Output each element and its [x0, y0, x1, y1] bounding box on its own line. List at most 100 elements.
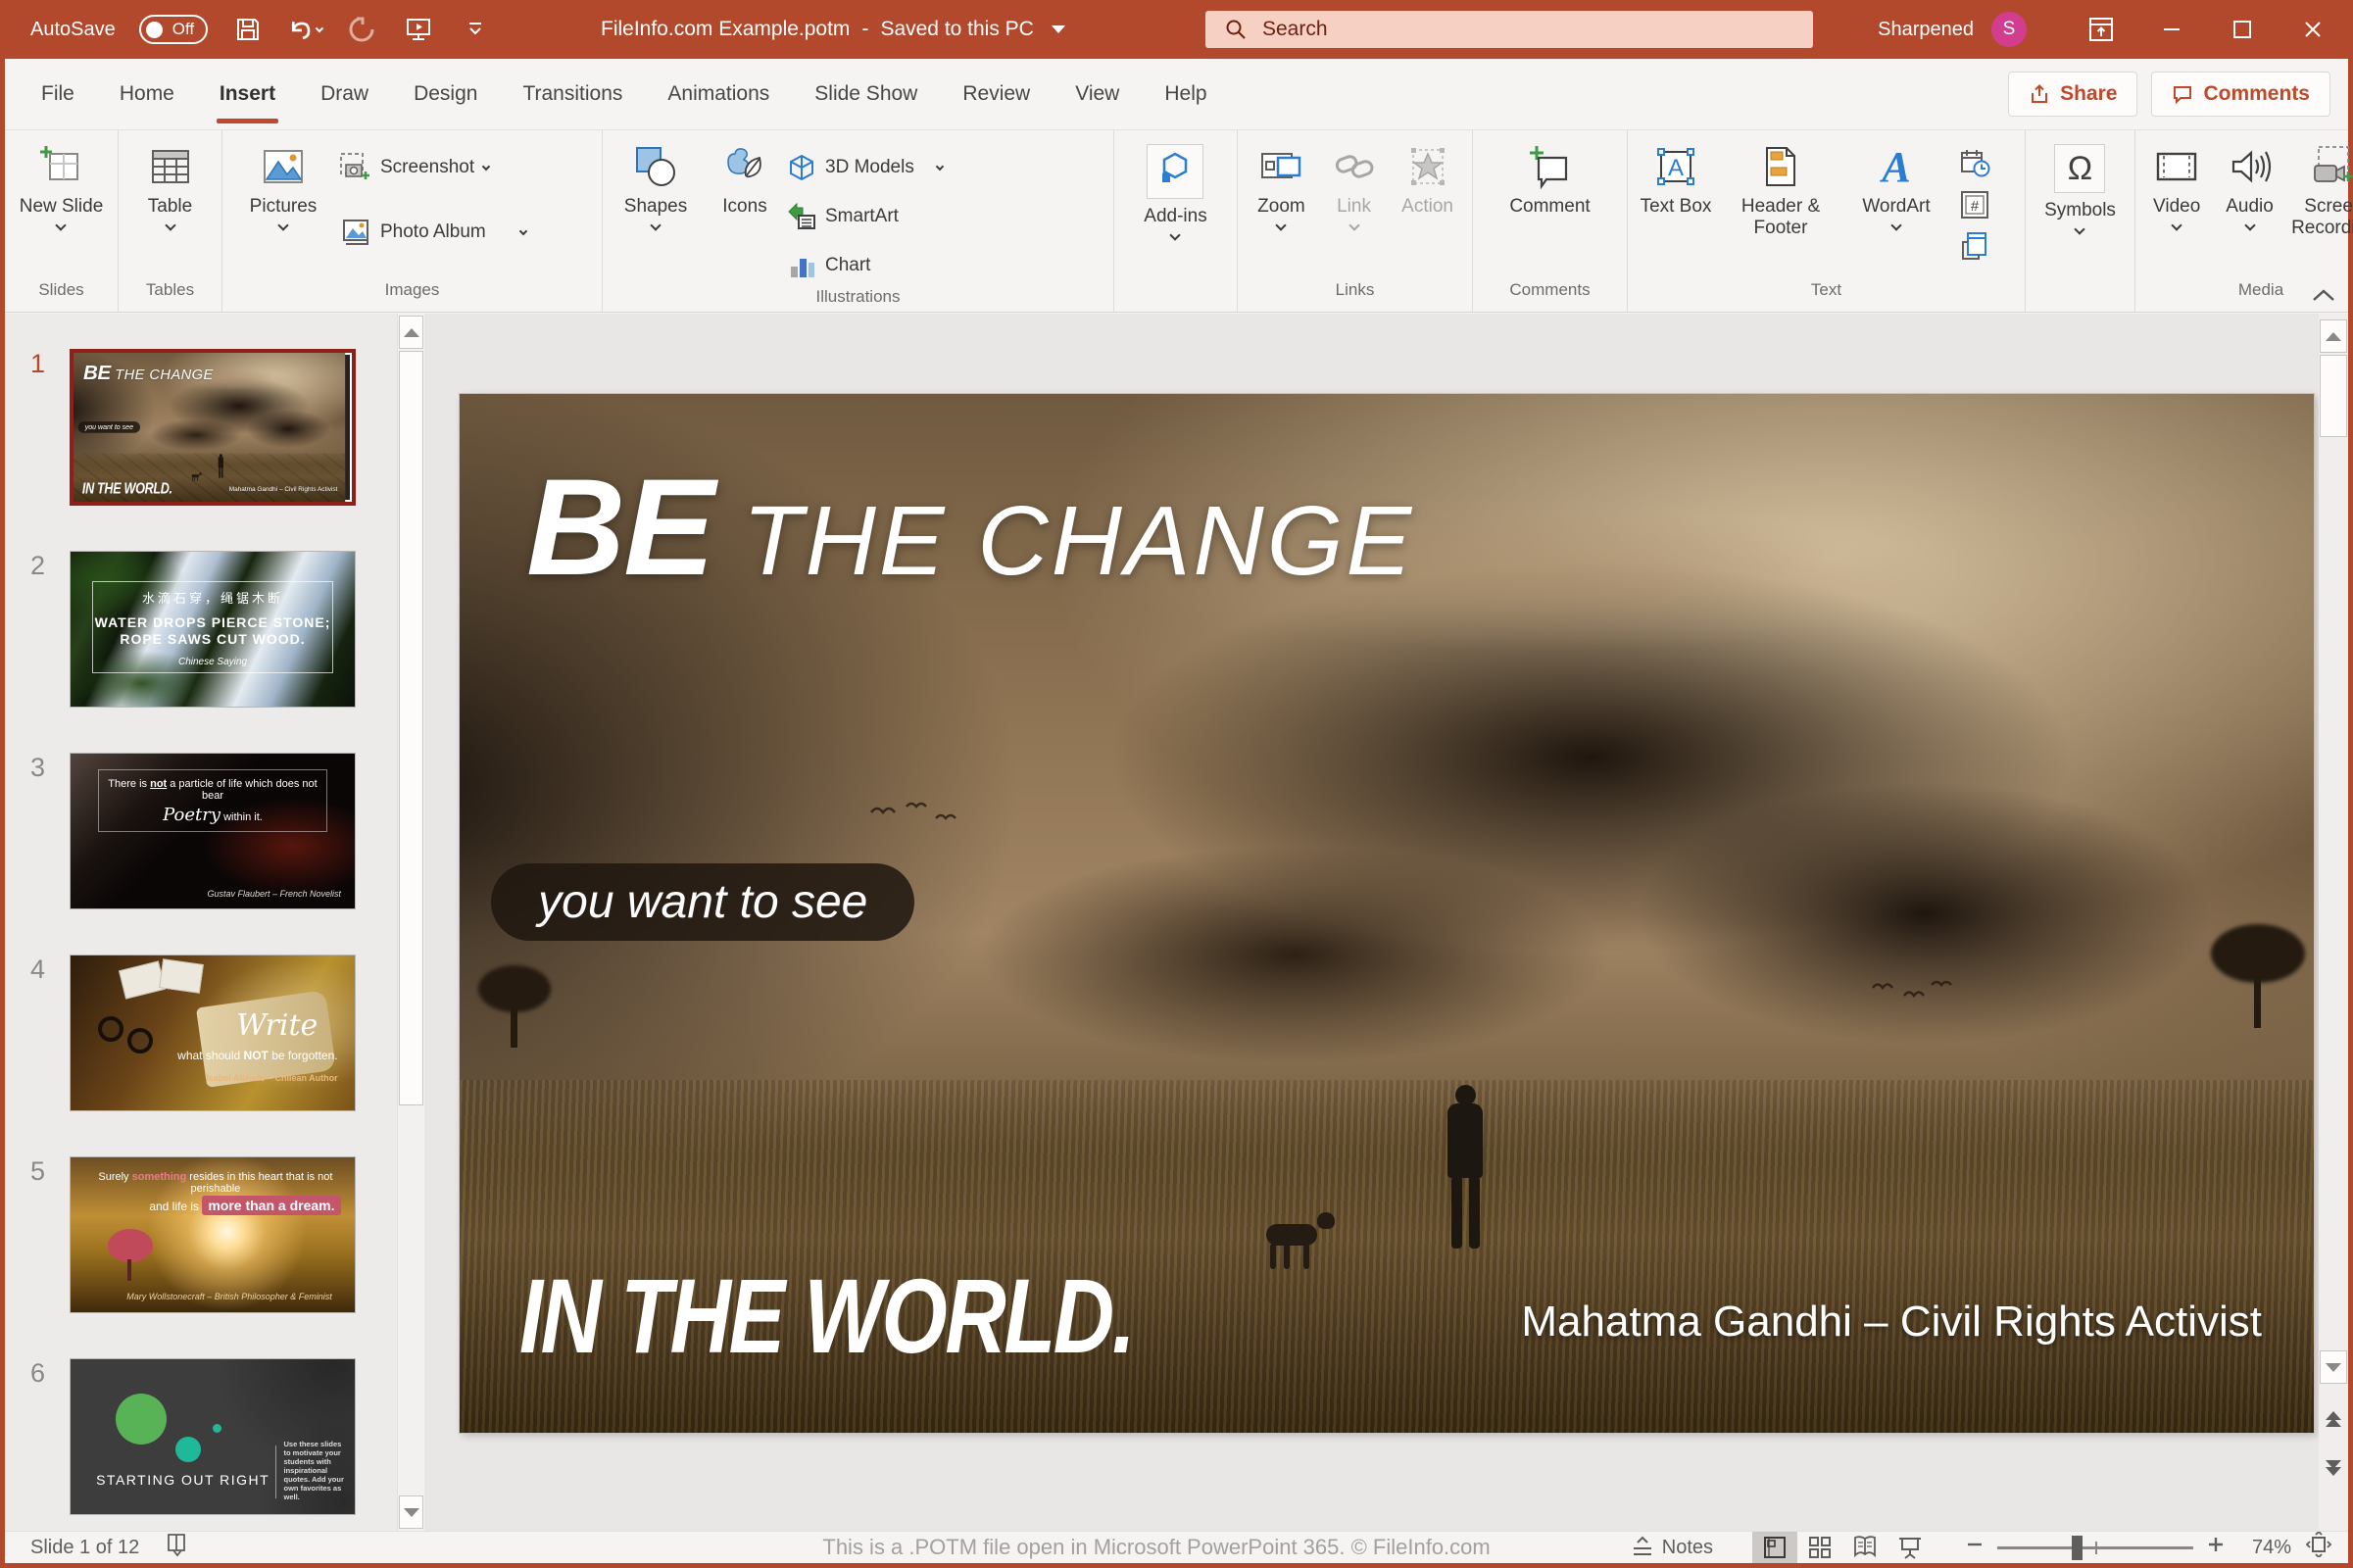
slide-editor[interactable]: BE THE CHANGE you want to see IN THE WOR… — [460, 394, 2314, 1433]
add-ins-button[interactable]: Add-ins — [1144, 136, 1206, 280]
tab-review[interactable]: Review — [940, 59, 1053, 129]
tab-animations[interactable]: Animations — [645, 59, 792, 129]
tab-draw[interactable]: Draw — [298, 59, 391, 129]
pictures-button[interactable]: Pictures — [228, 136, 338, 280]
quote-attribution: Mary Wollstonecraft – British Philosophe… — [126, 1292, 332, 1301]
tab-home[interactable]: Home — [97, 59, 197, 129]
tab-slide-show[interactable]: Slide Show — [792, 59, 940, 129]
undo-button[interactable] — [288, 10, 321, 49]
tab-view[interactable]: View — [1053, 59, 1142, 129]
zoom-out-button[interactable] — [1966, 1536, 1984, 1559]
group-label-text: Text — [1628, 280, 2025, 312]
normal-view-button[interactable] — [1752, 1532, 1797, 1563]
saved-status: Saved to this PC — [880, 18, 1033, 41]
ribbon: New Slide Slides Table Tables Pictures — [5, 130, 2348, 313]
zoom-slider-thumb[interactable] — [2072, 1536, 2083, 1560]
scroll-up-button[interactable] — [2320, 319, 2347, 353]
date-time-button[interactable] — [1957, 146, 1992, 181]
notes-button[interactable]: Notes — [1631, 1536, 1713, 1559]
close-button[interactable] — [2278, 0, 2348, 59]
ribbon-display-options-button[interactable] — [2066, 0, 2136, 59]
text-box-button[interactable]: A Text Box — [1634, 136, 1718, 280]
thumbnail-scroll-up-button[interactable] — [399, 316, 423, 349]
previous-slide-button[interactable] — [2322, 1411, 2345, 1427]
slide-thumbnail-2[interactable]: 水滴石穿，绳锯木断 WATER DROPS PIERCE STONE;ROPE … — [70, 551, 356, 708]
search-input[interactable]: Search — [1205, 11, 1813, 48]
slide-thumbnail-6[interactable]: STARTING OUT RIGHT Use these slides to m… — [70, 1358, 356, 1515]
person-silhouette — [1447, 1085, 1483, 1249]
scroll-down-button[interactable] — [2320, 1350, 2347, 1384]
symbols-button[interactable]: Ω Symbols — [2044, 136, 2116, 280]
zoom-in-button[interactable] — [2207, 1536, 2225, 1559]
avatar[interactable]: S — [1991, 12, 2027, 47]
spell-check-icon[interactable] — [165, 1532, 190, 1563]
slide-thumbnail-4[interactable]: Write what should NOT be forgotten. Isab… — [70, 955, 356, 1111]
slide-line2[interactable]: IN THE WORLD. — [519, 1254, 1133, 1377]
user-name[interactable]: Sharpened — [1878, 19, 1974, 41]
next-slide-button[interactable] — [2322, 1460, 2345, 1476]
start-slideshow-button[interactable] — [402, 10, 435, 49]
thumbnail-row-3: 3 There is not a particle of life which … — [5, 753, 397, 909]
main-scrollbar[interactable] — [2319, 314, 2348, 1531]
title-separator: - — [861, 18, 868, 41]
icons-button[interactable]: Icons — [703, 136, 787, 287]
video-button[interactable]: Video — [2141, 136, 2212, 280]
comment-icon — [2172, 83, 2193, 105]
customize-qat-chevron[interactable] — [459, 10, 492, 49]
header-footer-button[interactable]: Header & Footer — [1722, 136, 1839, 280]
reading-view-button[interactable] — [1842, 1532, 1887, 1563]
tab-transitions[interactable]: Transitions — [500, 59, 645, 129]
thumbnail-scrollbar-thumb[interactable] — [399, 351, 423, 1105]
shapes-button[interactable]: Shapes — [609, 136, 703, 287]
slideshow-view-button[interactable] — [1887, 1532, 1933, 1563]
new-slide-button[interactable]: New Slide — [20, 136, 104, 280]
group-text: A Text Box Header & Footer A WordArt — [1628, 130, 2026, 312]
smartart-button[interactable]: SmartArt — [787, 195, 943, 238]
slide-thumbnail-1[interactable]: BE THE CHANGE you want to see IN THE WOR… — [70, 349, 356, 506]
chart-button[interactable]: Chart — [787, 244, 943, 287]
audio-button[interactable]: Audio — [2214, 136, 2284, 280]
zoom-button[interactable]: Zoom — [1244, 136, 1319, 280]
polaroid-art — [119, 960, 166, 999]
tab-design[interactable]: Design — [391, 59, 500, 129]
zoom-slider-tick — [2095, 1542, 2097, 1554]
maximize-button[interactable] — [2207, 0, 2278, 59]
comments-button[interactable]: Comments — [2151, 72, 2330, 117]
new-comment-button[interactable]: Comment — [1509, 136, 1590, 280]
thumbnail-scroll-down-button[interactable] — [399, 1495, 423, 1529]
screen-recording-button[interactable]: Screen Recording — [2287, 136, 2353, 280]
slide-number-button[interactable]: # — [1957, 187, 1992, 222]
collapse-ribbon-button[interactable] — [2311, 287, 2336, 308]
share-button[interactable]: Share — [2008, 72, 2137, 117]
slide-sorter-view-button[interactable] — [1797, 1532, 1842, 1563]
minimize-button[interactable] — [2136, 0, 2207, 59]
slide-counter[interactable]: Slide 1 of 12 — [30, 1537, 139, 1559]
zoom-slider[interactable] — [1997, 1546, 2193, 1549]
slide-subtitle-pill[interactable]: you want to see — [491, 863, 914, 941]
screenshot-button[interactable]: Screenshot — [338, 146, 526, 189]
quote-line-1: Surely something resides in this heart t… — [87, 1171, 343, 1195]
thumbnail-scrollbar[interactable] — [397, 314, 424, 1531]
tab-help[interactable]: Help — [1142, 59, 1229, 129]
slide-thumbnail-3[interactable]: There is not a particle of life which do… — [70, 753, 356, 909]
slide-title[interactable]: BE THE CHANGE — [526, 448, 1414, 607]
table-button[interactable]: Table — [148, 136, 193, 280]
tab-file[interactable]: File — [19, 59, 97, 129]
document-title[interactable]: FileInfo.com Example.potm - Saved to thi… — [601, 0, 1065, 59]
slide-thumbnail-5[interactable]: Surely something resides in this heart t… — [70, 1156, 356, 1313]
tab-insert[interactable]: Insert — [197, 59, 298, 129]
object-button[interactable] — [1957, 228, 1992, 264]
main-scrollbar-thumb[interactable] — [2320, 355, 2347, 437]
circle-art — [175, 1437, 201, 1462]
fit-slide-to-window-button[interactable] — [2305, 1532, 2332, 1563]
zoom-level[interactable]: 74% — [2238, 1537, 2291, 1559]
pictures-chevron — [277, 220, 288, 230]
save-button[interactable] — [231, 10, 265, 49]
slide-attribution[interactable]: Mahatma Gandhi – Civil Rights Activist — [1521, 1298, 2262, 1347]
autosave-toggle[interactable]: Off — [139, 15, 208, 44]
wordart-button[interactable]: A WordArt — [1843, 136, 1949, 280]
group-images: Pictures Screenshot Photo Album — [222, 130, 603, 312]
photo-album-button[interactable]: Photo Album — [338, 211, 526, 254]
undo-dropdown-chevron[interactable] — [315, 24, 322, 31]
3d-models-button[interactable]: 3D Models — [787, 146, 943, 189]
